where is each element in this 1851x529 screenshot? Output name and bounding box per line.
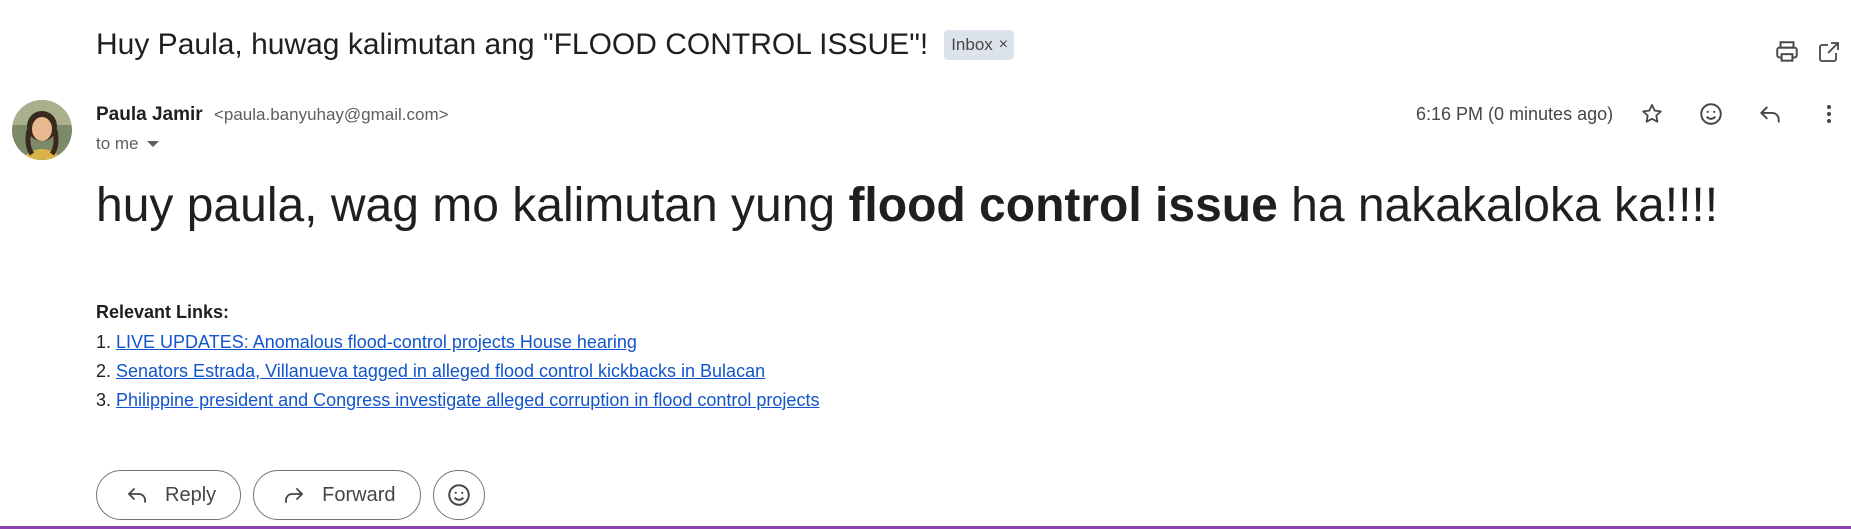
emoji-icon	[447, 484, 470, 506]
list-item: 2. Senators Estrada, Villanueva tagged in…	[96, 360, 819, 389]
recipient-text: to me	[96, 134, 139, 153]
news-link[interactable]: LIVE UPDATES: Anomalous flood-control pr…	[116, 332, 637, 352]
links-list: 1. LIVE UPDATES: Anomalous flood-control …	[96, 331, 819, 418]
emoji-reaction-button[interactable]	[432, 470, 485, 520]
reply-icon	[128, 488, 146, 503]
print-icon[interactable]	[1767, 32, 1807, 72]
message-timestamp: 6:16 PM (0 minutes ago)	[1416, 104, 1614, 124]
inbox-label-badge[interactable]: Inbox ×	[944, 30, 1015, 60]
list-item: 1. LIVE UPDATES: Anomalous flood-control …	[96, 331, 819, 360]
sender-name[interactable]: Paula Jamir	[96, 104, 203, 125]
open-in-new-window-icon[interactable]	[1809, 32, 1849, 72]
email-subject: Huy Paula, huwag kalimutan ang "FLOOD CO…	[96, 28, 929, 61]
body-text-start: huy paula, wag mo kalimutan yung	[96, 179, 849, 232]
message-body: huy paula, wag mo kalimutan yung flood c…	[96, 178, 1718, 233]
forward-label: Forward	[322, 483, 396, 506]
news-link[interactable]: Senators Estrada, Villanueva tagged in a…	[116, 361, 765, 381]
sender-avatar[interactable]	[12, 100, 72, 160]
reply-label: Reply	[165, 483, 217, 506]
links-heading: Relevant Links:	[96, 302, 230, 322]
reply-bar: Reply Forward	[96, 470, 497, 520]
more-options-icon[interactable]	[1809, 94, 1849, 134]
news-link[interactable]: Philippine president and Congress invest…	[116, 390, 819, 410]
reply-button[interactable]: Reply	[96, 470, 242, 520]
link-number: 3.	[96, 390, 112, 410]
body-text-bold: flood control issue	[848, 179, 1278, 232]
forward-button[interactable]: Forward	[253, 470, 421, 520]
recipient-details-toggle[interactable]: to me	[96, 134, 159, 154]
list-item: 3. Philippine president and Congress inve…	[96, 389, 819, 418]
email-subject-row: Huy Paula, huwag kalimutan ang "FLOOD CO…	[96, 28, 1015, 62]
forward-icon	[285, 488, 304, 503]
emoji-reaction-icon[interactable]	[1691, 94, 1731, 134]
chevron-down-icon	[146, 141, 159, 147]
link-number: 2.	[96, 361, 112, 381]
inbox-label-text: Inbox	[951, 35, 993, 54]
sender-line: Paula Jamir <paula.banyuhay@gmail.com>	[96, 104, 449, 126]
sender-email: <paula.banyuhay@gmail.com>	[213, 105, 449, 124]
star-icon[interactable]	[1632, 94, 1672, 134]
reply-icon[interactable]	[1750, 94, 1790, 134]
thread-actions	[1767, 32, 1851, 72]
remove-label-icon[interactable]: ×	[999, 36, 1008, 54]
body-text-end: ha nakakaloka ka!!!!	[1277, 179, 1719, 232]
message-actions	[1632, 94, 1851, 134]
link-number: 1.	[96, 332, 112, 352]
